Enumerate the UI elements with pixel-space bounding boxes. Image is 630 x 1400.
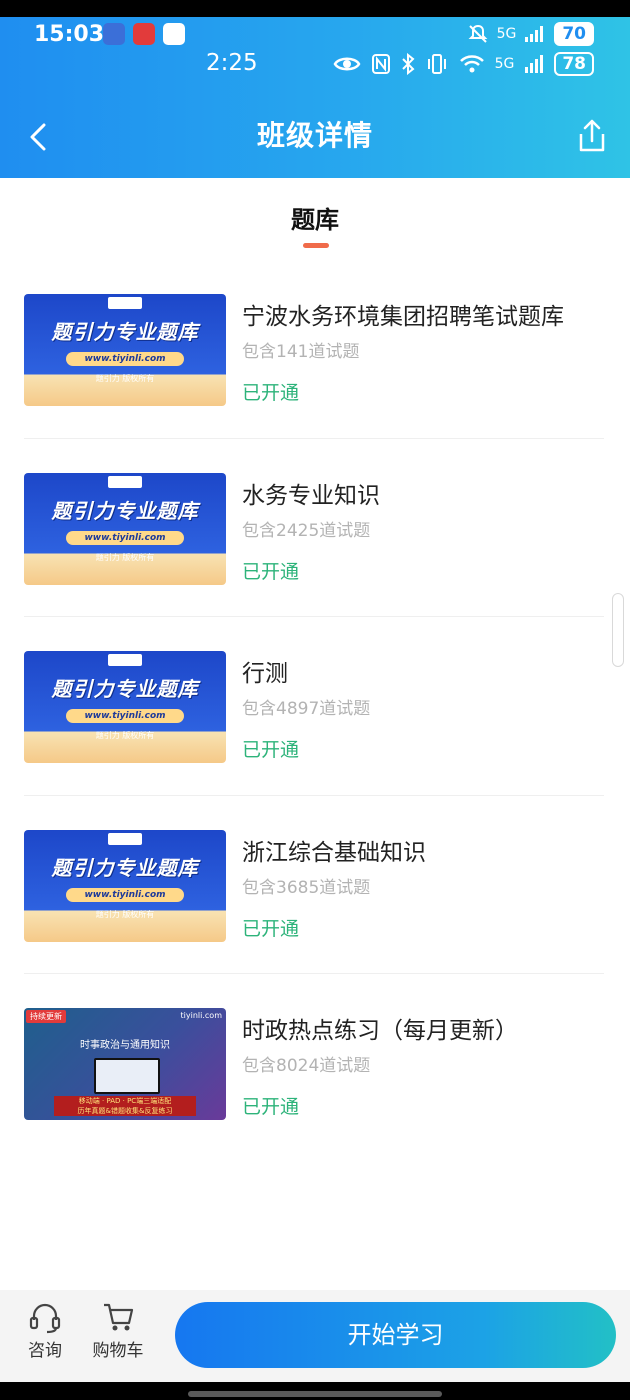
headset-icon (29, 1303, 61, 1334)
course-thumbnail: 题引力专业题库 www.tiyinli.com 题引力 版权所有 (24, 829, 226, 942)
wifi-icon (459, 55, 484, 73)
thumbnail-url: www.tiyinli.com (66, 709, 184, 723)
device-screen-icon (94, 1058, 160, 1094)
status-app-icons (103, 23, 185, 45)
thumbnail-brand: 题引力专业题库 (51, 677, 199, 701)
item-count: 包含141道试题 (242, 342, 360, 362)
thumbnail-site: tiyinli.com (180, 1011, 222, 1020)
thumbnail-url: www.tiyinli.com (66, 530, 184, 545)
item-title: 宁波水务环境集团招聘笔试题库 (242, 304, 564, 330)
header: 15:03 2:25 5G 70 5G 78 班级详情 (0, 17, 630, 178)
thumbnail-bar-line2: 历年真题&错题收集&反复练习 (77, 1107, 173, 1115)
home-indicator[interactable] (188, 1391, 442, 1397)
item-title: 时政热点练习（每月更新） (242, 1018, 518, 1044)
status-time-primary: 15:03 (34, 22, 105, 47)
vibrate-icon (427, 54, 446, 74)
thumbnail-url: www.tiyinli.com (66, 352, 184, 366)
item-status: 已开通 (242, 382, 300, 404)
list-item[interactable]: 持续更新 tiyinli.com 时事政治与通用知识 移动端 · PAD · P… (24, 974, 604, 1153)
logo-icon (108, 475, 142, 488)
consult-button[interactable]: 咨询 (13, 1300, 77, 1361)
thumbnail-brand: 题引力专业题库 (51, 498, 199, 523)
bottom-bar: 咨询 购物车 开始学习 (0, 1290, 630, 1382)
logo-icon (108, 297, 142, 309)
item-status: 已开通 (242, 560, 300, 583)
thumbnail-copyright: 题引力 版权所有 (95, 909, 155, 919)
cart-label: 购物车 (92, 1341, 144, 1361)
course-thumbnail: 题引力专业题库 www.tiyinli.com 题引力 版权所有 (24, 651, 226, 763)
bluetooth-icon (401, 53, 415, 75)
tab-underline (303, 243, 329, 248)
item-title: 浙江综合基础知识 (242, 839, 426, 866)
thumbnail-headline: 时事政治与通用知识 (80, 1040, 170, 1051)
app-badge-icon (163, 23, 185, 45)
signal-icon (525, 26, 544, 42)
thumbnail-tag: 持续更新 (26, 1010, 66, 1023)
thumbnail-brand: 题引力专业题库 (51, 320, 199, 344)
signal-icon (525, 55, 544, 73)
eye-icon (333, 57, 361, 71)
cart-button[interactable]: 购物车 (86, 1300, 150, 1361)
thumbnail-bar-line1: 移动端 · PAD · PC端三端适配 (78, 1097, 172, 1105)
battery-indicator-secondary: 78 (554, 52, 594, 76)
network-label-primary: 5G (496, 26, 517, 42)
list-item[interactable]: 题引力专业题库 www.tiyinli.com 题引力 版权所有 水务专业知识 … (24, 439, 604, 617)
item-status: 已开通 (242, 917, 300, 940)
scrollbar[interactable] (612, 593, 624, 667)
app-badge-icon (103, 23, 125, 45)
battery-indicator-primary: 70 (554, 22, 594, 46)
logo-icon (108, 832, 142, 845)
question-bank-list: 题引力专业题库 www.tiyinli.com 题引力 版权所有 宁波水务环境集… (24, 260, 604, 1153)
status-indicators-primary: 5G 70 (467, 22, 594, 46)
item-count: 包含3685道试题 (242, 877, 371, 898)
app-badge-icon (133, 23, 155, 45)
share-button[interactable] (576, 117, 608, 155)
nfc-icon (371, 54, 390, 74)
logo-icon (108, 654, 142, 666)
thumbnail-bar: 移动端 · PAD · PC端三端适配 历年真题&错题收集&反复练习 (54, 1096, 196, 1116)
start-learning-button[interactable]: 开始学习 (175, 1302, 616, 1368)
status-time-secondary: 2:25 (206, 50, 258, 76)
thumbnail-copyright: 题引力 版权所有 (95, 731, 155, 740)
thumbnail-copyright: 题引力 版权所有 (95, 552, 155, 562)
course-thumbnail: 题引力专业题库 www.tiyinli.com 题引力 版权所有 (24, 472, 226, 585)
course-thumbnail: 持续更新 tiyinli.com 时事政治与通用知识 移动端 · PAD · P… (24, 1008, 226, 1120)
item-title: 水务专业知识 (242, 482, 380, 509)
item-count: 包含8024道试题 (242, 1056, 371, 1076)
item-title: 行测 (242, 661, 288, 687)
consult-label: 咨询 (28, 1341, 62, 1361)
page-title: 班级详情 (256, 119, 373, 152)
list-item[interactable]: 题引力专业题库 www.tiyinli.com 题引力 版权所有 宁波水务环境集… (24, 260, 604, 439)
mute-bell-icon (468, 24, 487, 43)
thumbnail-copyright: 题引力 版权所有 (95, 374, 155, 383)
status-indicators-secondary: 5G 78 (333, 52, 594, 76)
item-count: 包含2425道试题 (242, 520, 371, 541)
list-item[interactable]: 题引力专业题库 www.tiyinli.com 题引力 版权所有 行测 包含48… (24, 617, 604, 796)
thumbnail-url: www.tiyinli.com (66, 887, 184, 902)
status-bar-top (0, 0, 630, 17)
tab-question-bank[interactable]: 题库 (0, 200, 630, 235)
item-count: 包含4897道试题 (242, 699, 371, 719)
cart-icon (104, 1303, 134, 1331)
share-icon (579, 119, 605, 152)
network-label-secondary: 5G (494, 56, 515, 72)
list-item[interactable]: 题引力专业题库 www.tiyinli.com 题引力 版权所有 浙江综合基础知… (24, 796, 604, 974)
item-status: 已开通 (242, 739, 300, 761)
course-thumbnail: 题引力专业题库 www.tiyinli.com 题引力 版权所有 (24, 294, 226, 406)
item-status: 已开通 (242, 1096, 300, 1118)
thumbnail-brand: 题引力专业题库 (51, 855, 199, 880)
